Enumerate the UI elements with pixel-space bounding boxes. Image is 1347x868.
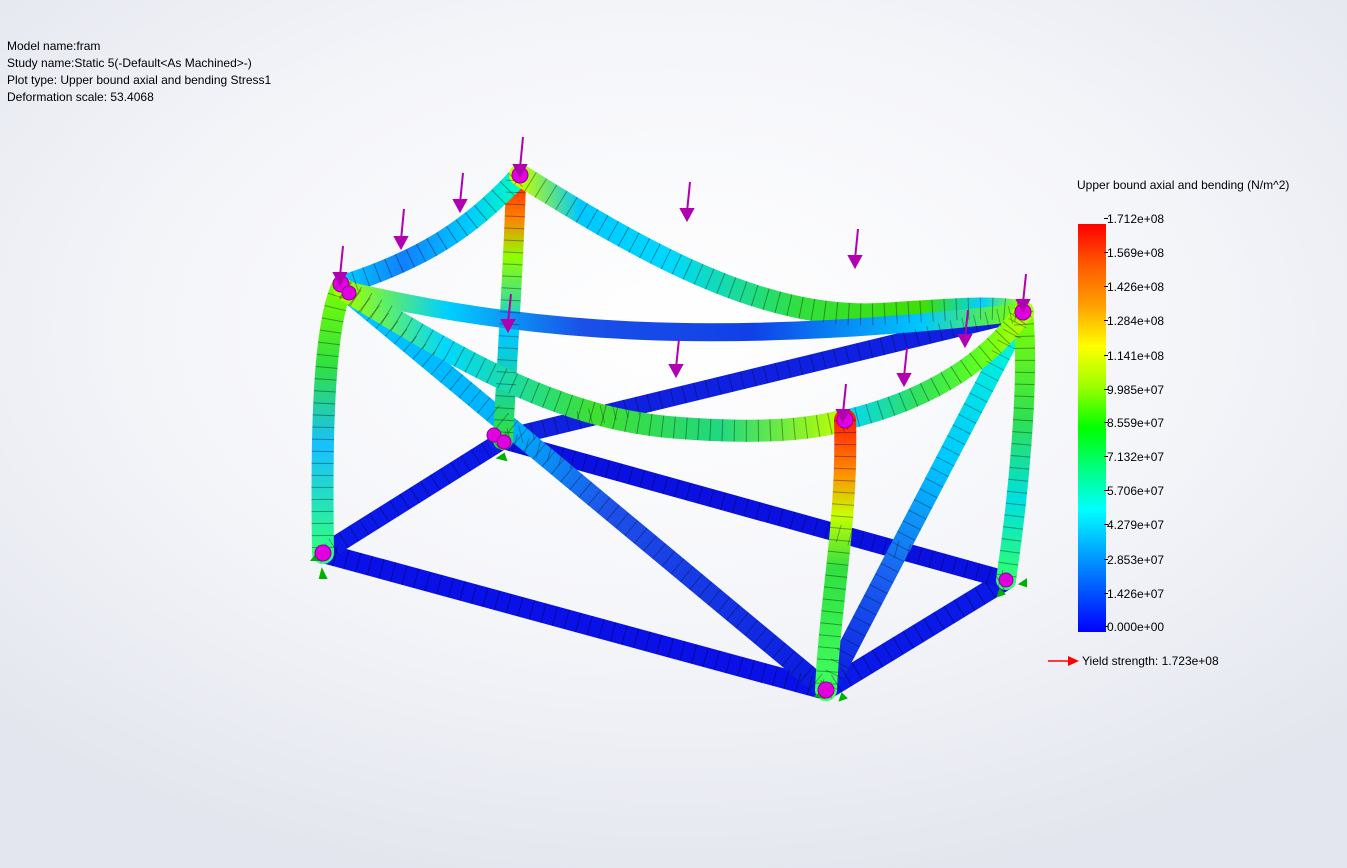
- study-info: Model name:fram Study name:Static 5(-Def…: [7, 38, 271, 106]
- legend-tick: 4.279e+07: [1103, 518, 1165, 532]
- study-name: Study name:Static 5(-Default<As Machined…: [7, 56, 252, 70]
- load-arrow-icon[interactable]: [452, 172, 468, 214]
- yield-strength-indicator: Yield strength: 1.723e+08: [1048, 654, 1219, 668]
- legend-tick: 1.426e+08: [1103, 280, 1165, 294]
- color-scale-bar[interactable]: [1078, 224, 1106, 632]
- plot-type: Plot type: Upper bound axial and bending…: [7, 73, 272, 87]
- legend-tick: 1.569e+08: [1103, 246, 1165, 260]
- legend-tick: 5.706e+07: [1103, 484, 1165, 498]
- load-arrow-icon[interactable]: [896, 347, 912, 388]
- load-arrow-icon[interactable]: [393, 208, 409, 251]
- fixed-support-icon[interactable]: [495, 452, 508, 462]
- deformation-scale: Deformation scale: 53.4068: [7, 90, 154, 104]
- load-arrow-icon[interactable]: [847, 228, 863, 270]
- joint-icon[interactable]: [496, 434, 512, 450]
- load-arrow-icon[interactable]: [668, 338, 684, 379]
- legend-tick: 2.853e+07: [1103, 553, 1165, 567]
- legend-tick: 1.141e+08: [1103, 349, 1165, 363]
- load-arrow-icon[interactable]: [332, 245, 348, 287]
- model-name: Model name:fram: [7, 39, 101, 53]
- legend-tick: 0.000e+00: [1103, 620, 1165, 634]
- legend-tick: 1.426e+07: [1103, 587, 1165, 601]
- legend-title: Upper bound axial and bending (N/m^2): [1077, 178, 1290, 192]
- legend-tick: 7.132e+07: [1103, 450, 1165, 464]
- legend-tick: 8.559e+07: [1103, 416, 1165, 430]
- model-viewport[interactable]: [0, 0, 1347, 868]
- joint-icon[interactable]: [998, 572, 1014, 588]
- legend-tick: 1.284e+08: [1103, 314, 1165, 328]
- yield-arrow-icon: [1048, 656, 1079, 666]
- load-arrow-icon[interactable]: [679, 181, 695, 223]
- joint-icon[interactable]: [341, 285, 357, 301]
- joint-icon[interactable]: [314, 544, 332, 562]
- legend-tick: 1.712e+08: [1103, 212, 1165, 226]
- yield-strength-label: Yield strength: 1.723e+08: [1082, 654, 1219, 668]
- beam-top-back: [509, 164, 1034, 326]
- legend-tick: 9.985e+07: [1103, 383, 1165, 397]
- joint-icon[interactable]: [817, 681, 835, 699]
- load-arrow-icon[interactable]: [512, 136, 528, 179]
- post-front-left: [311, 274, 354, 564]
